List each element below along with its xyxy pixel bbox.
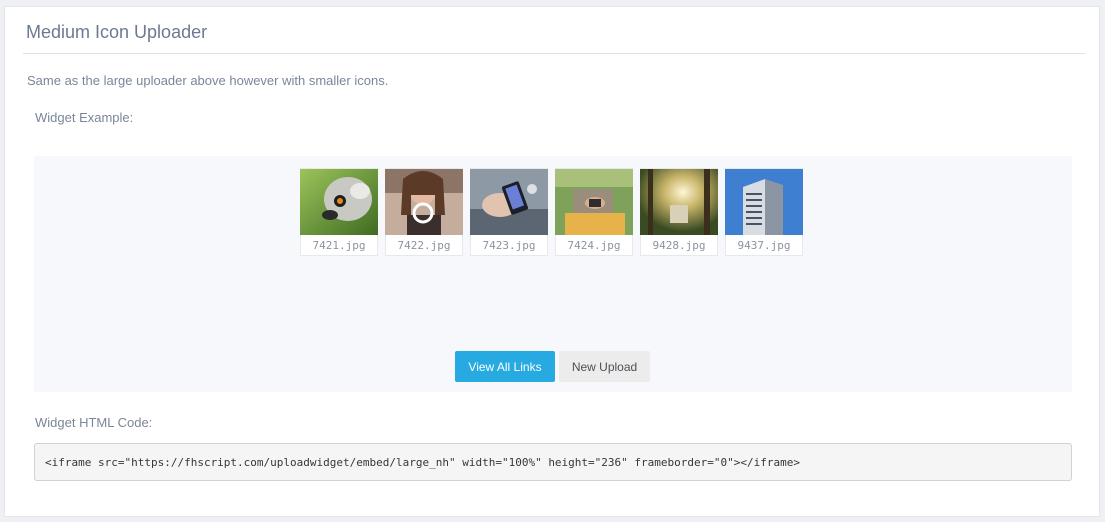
new-upload-button[interactable]: New Upload: [559, 351, 650, 382]
title-divider: [23, 53, 1085, 54]
thumbnail-filename: 9428.jpg: [652, 239, 706, 252]
thumbnail-filename: 7422.jpg: [397, 239, 451, 252]
section-description: Same as the large uploader above however…: [27, 73, 389, 88]
thumbnail-filename: 7424.jpg: [567, 239, 621, 252]
embed-code-box[interactable]: <iframe src="https://fhscript.com/upload…: [34, 443, 1072, 481]
thumbnail-item[interactable]: 7423.jpg: [470, 168, 548, 256]
thumbnail-filename: 9437.jpg: [737, 239, 791, 252]
woman-headphones-photo: [385, 169, 463, 235]
thumbnail-item[interactable]: 7421.jpg: [300, 168, 378, 256]
building-sky-photo: [725, 169, 803, 235]
thumbnail-item[interactable]: 9437.jpg: [725, 168, 803, 256]
thumbnail-filename: 7421.jpg: [312, 239, 366, 252]
thumbnail-item[interactable]: 7422.jpg: [385, 168, 463, 256]
thumbnail-filename: 7423.jpg: [482, 239, 536, 252]
uploader-panel: Medium Icon Uploader Same as the large u…: [4, 6, 1100, 517]
forest-sunlight-photo: [640, 169, 718, 235]
upload-widget: 7421.jpg 7422.jpg 7423.jpg 7424.jpg 9428…: [34, 156, 1072, 392]
widget-example-label: Widget Example:: [35, 110, 134, 125]
view-all-links-button[interactable]: View All Links: [455, 351, 555, 382]
widget-actions: View All Links New Upload: [455, 351, 650, 382]
widget-code-label: Widget HTML Code:: [35, 415, 153, 430]
thumbnail-item[interactable]: 7424.jpg: [555, 168, 633, 256]
lemur-photo: [300, 169, 378, 235]
section-title: Medium Icon Uploader: [26, 22, 208, 42]
thumbnail-list: 7421.jpg 7422.jpg 7423.jpg 7424.jpg 9428…: [300, 168, 803, 256]
thumbnail-item[interactable]: 9428.jpg: [640, 168, 718, 256]
phone-in-hand-photo: [470, 169, 548, 235]
embed-code-text: <iframe src="https://fhscript.com/upload…: [45, 455, 800, 469]
person-on-grass-photo: [555, 169, 633, 235]
